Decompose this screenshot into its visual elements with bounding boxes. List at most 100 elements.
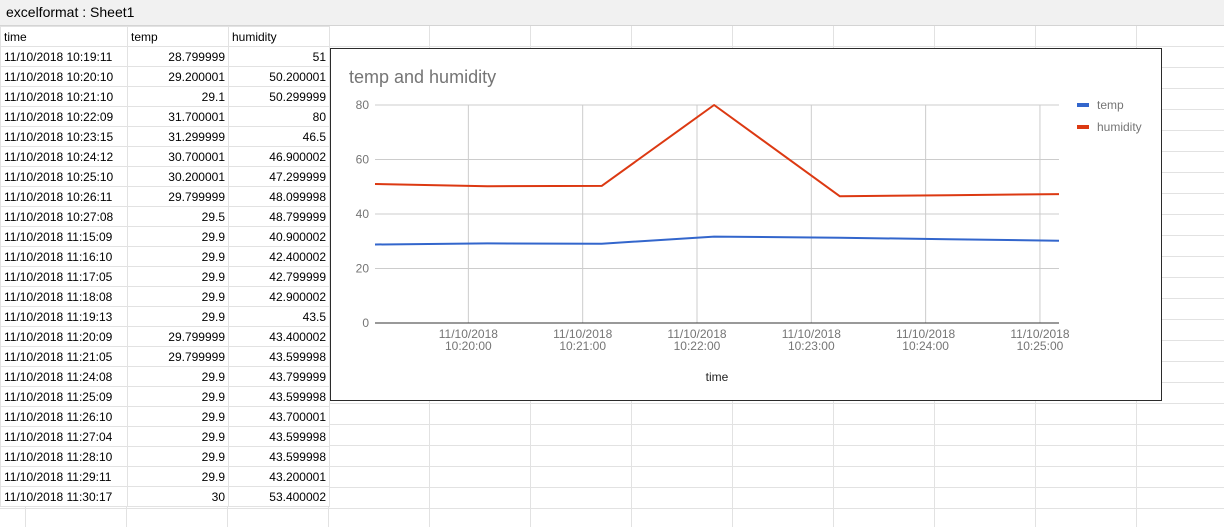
column-header-humidity[interactable]: humidity	[228, 26, 330, 47]
table-row: 11/10/2018 10:21:10 29.1 50.299999	[0, 86, 330, 107]
x-axis-title: time	[706, 370, 729, 384]
legend-label-temp[interactable]: temp	[1097, 98, 1124, 112]
table-row: 11/10/2018 11:15:09 29.9 40.900002	[0, 226, 330, 247]
y-tick-label: 20	[356, 262, 370, 276]
time-cell[interactable]: 11/10/2018 11:29:11	[0, 466, 128, 487]
time-cell[interactable]: 11/10/2018 11:21:05	[0, 346, 128, 367]
temp-cell[interactable]: 29.9	[127, 306, 229, 327]
time-cell[interactable]: 11/10/2018 11:28:10	[0, 446, 128, 467]
time-cell[interactable]: 11/10/2018 11:27:04	[0, 426, 128, 447]
time-cell[interactable]: 11/10/2018 10:27:08	[0, 206, 128, 227]
humidity-cell[interactable]: 46.900002	[228, 146, 330, 167]
time-cell[interactable]: 11/10/2018 11:30:17	[0, 486, 128, 507]
temp-cell[interactable]: 29.9	[127, 366, 229, 387]
temp-cell[interactable]: 29.9	[127, 406, 229, 427]
humidity-cell[interactable]: 50.200001	[228, 66, 330, 87]
table-row: 11/10/2018 11:18:08 29.9 42.900002	[0, 286, 330, 307]
temp-cell[interactable]: 30.200001	[127, 166, 229, 187]
humidity-cell[interactable]: 80	[228, 106, 330, 127]
humidity-cell[interactable]: 42.799999	[228, 266, 330, 287]
temp-cell[interactable]: 29.200001	[127, 66, 229, 87]
time-cell[interactable]: 11/10/2018 11:15:09	[0, 226, 128, 247]
time-cell[interactable]: 11/10/2018 11:18:08	[0, 286, 128, 307]
humidity-cell[interactable]: 47.299999	[228, 166, 330, 187]
temp-cell[interactable]: 29.9	[127, 426, 229, 447]
humidity-cell[interactable]: 40.900002	[228, 226, 330, 247]
temp-cell[interactable]: 29.9	[127, 266, 229, 287]
temp-cell[interactable]: 29.9	[127, 286, 229, 307]
time-cell[interactable]: 11/10/2018 10:23:15	[0, 126, 128, 147]
temp-cell[interactable]: 30	[127, 486, 229, 507]
series-line-humidity[interactable]	[374, 104, 1060, 198]
table-row: 11/10/2018 11:28:10 29.9 43.599998	[0, 446, 330, 467]
humidity-cell[interactable]: 53.400002	[228, 486, 330, 507]
time-cell[interactable]: 11/10/2018 11:16:10	[0, 246, 128, 267]
time-cell[interactable]: 11/10/2018 11:17:05	[0, 266, 128, 287]
y-tick-label: 0	[362, 316, 369, 330]
temp-cell[interactable]: 29.799999	[127, 326, 229, 347]
temp-cell[interactable]: 31.299999	[127, 126, 229, 147]
temp-cell[interactable]: 30.700001	[127, 146, 229, 167]
time-cell[interactable]: 11/10/2018 11:25:09	[0, 386, 128, 407]
legend-label-humidity[interactable]: humidity	[1097, 120, 1142, 134]
humidity-cell[interactable]: 43.700001	[228, 406, 330, 427]
x-tick-time-label: 10:23:00	[788, 339, 835, 353]
humidity-cell[interactable]: 43.799999	[228, 366, 330, 387]
humidity-cell[interactable]: 43.599998	[228, 346, 330, 367]
humidity-cell[interactable]: 43.599998	[228, 426, 330, 447]
humidity-cell[interactable]: 48.099998	[228, 186, 330, 207]
time-cell[interactable]: 11/10/2018 11:20:09	[0, 326, 128, 347]
temp-cell[interactable]: 29.9	[127, 446, 229, 467]
temp-cell[interactable]: 31.700001	[127, 106, 229, 127]
humidity-cell[interactable]: 43.599998	[228, 446, 330, 467]
time-cell[interactable]: 11/10/2018 10:26:11	[0, 186, 128, 207]
time-cell[interactable]: 11/10/2018 10:24:12	[0, 146, 128, 167]
x-tick-time-label: 10:25:00	[1017, 339, 1064, 353]
time-cell[interactable]: 11/10/2018 10:25:10	[0, 166, 128, 187]
header-row: time temp humidity	[0, 26, 330, 47]
x-tick-time-label: 10:20:00	[445, 339, 492, 353]
time-cell[interactable]: 11/10/2018 11:24:08	[0, 366, 128, 387]
humidity-cell[interactable]: 46.5	[228, 126, 330, 147]
table-row: 11/10/2018 10:27:08 29.5 48.799999	[0, 206, 330, 227]
time-cell[interactable]: 11/10/2018 11:19:13	[0, 306, 128, 327]
humidity-cell[interactable]: 43.200001	[228, 466, 330, 487]
time-cell[interactable]: 11/10/2018 10:19:11	[0, 46, 128, 67]
table-row: 11/10/2018 10:19:11 28.799999 51	[0, 46, 330, 67]
table-row: 11/10/2018 10:24:12 30.700001 46.900002	[0, 146, 330, 167]
table-row: 11/10/2018 10:20:10 29.200001 50.200001	[0, 66, 330, 87]
temp-cell[interactable]: 28.799999	[127, 46, 229, 67]
temp-cell[interactable]: 29.9	[127, 246, 229, 267]
time-cell[interactable]: 11/10/2018 10:22:09	[0, 106, 128, 127]
temp-cell[interactable]: 29.5	[127, 206, 229, 227]
table-row: 11/10/2018 11:30:17 30 53.400002	[0, 486, 330, 507]
temp-cell[interactable]: 29.1	[127, 86, 229, 107]
window-title: excelformat : Sheet1	[6, 4, 135, 20]
table-row: 11/10/2018 11:20:09 29.799999 43.400002	[0, 326, 330, 347]
column-header-time[interactable]: time	[0, 26, 128, 47]
chart-title: temp and humidity	[349, 67, 496, 87]
chart-container[interactable]: temp and humidity 0 20 40 60 80 11/10/2018 10:2…	[330, 48, 1162, 401]
humidity-cell[interactable]: 42.900002	[228, 286, 330, 307]
time-cell[interactable]: 11/10/2018 11:26:10	[0, 406, 128, 427]
table-row: 11/10/2018 11:29:11 29.9 43.200001	[0, 466, 330, 487]
time-cell[interactable]: 11/10/2018 10:21:10	[0, 86, 128, 107]
temp-cell[interactable]: 29.9	[127, 226, 229, 247]
time-cell[interactable]: 11/10/2018 10:20:10	[0, 66, 128, 87]
line-chart: temp and humidity02040608011/10/201810:2…	[349, 67, 1142, 384]
temp-cell[interactable]: 29.9	[127, 386, 229, 407]
humidity-cell[interactable]: 43.5	[228, 306, 330, 327]
humidity-cell[interactable]: 48.799999	[228, 206, 330, 227]
humidity-cell[interactable]: 51	[228, 46, 330, 67]
humidity-cell[interactable]: 50.299999	[228, 86, 330, 107]
humidity-cell[interactable]: 43.599998	[228, 386, 330, 407]
series-line-temp[interactable]	[374, 235, 1060, 246]
humidity-cell[interactable]: 43.400002	[228, 326, 330, 347]
column-header-temp[interactable]: temp	[127, 26, 229, 47]
table-row: 11/10/2018 11:27:04 29.9 43.599998	[0, 426, 330, 447]
temp-cell[interactable]: 29.9	[127, 466, 229, 487]
table-row: 11/10/2018 11:17:05 29.9 42.799999	[0, 266, 330, 287]
temp-cell[interactable]: 29.799999	[127, 346, 229, 367]
humidity-cell[interactable]: 42.400002	[228, 246, 330, 267]
temp-cell[interactable]: 29.799999	[127, 186, 229, 207]
